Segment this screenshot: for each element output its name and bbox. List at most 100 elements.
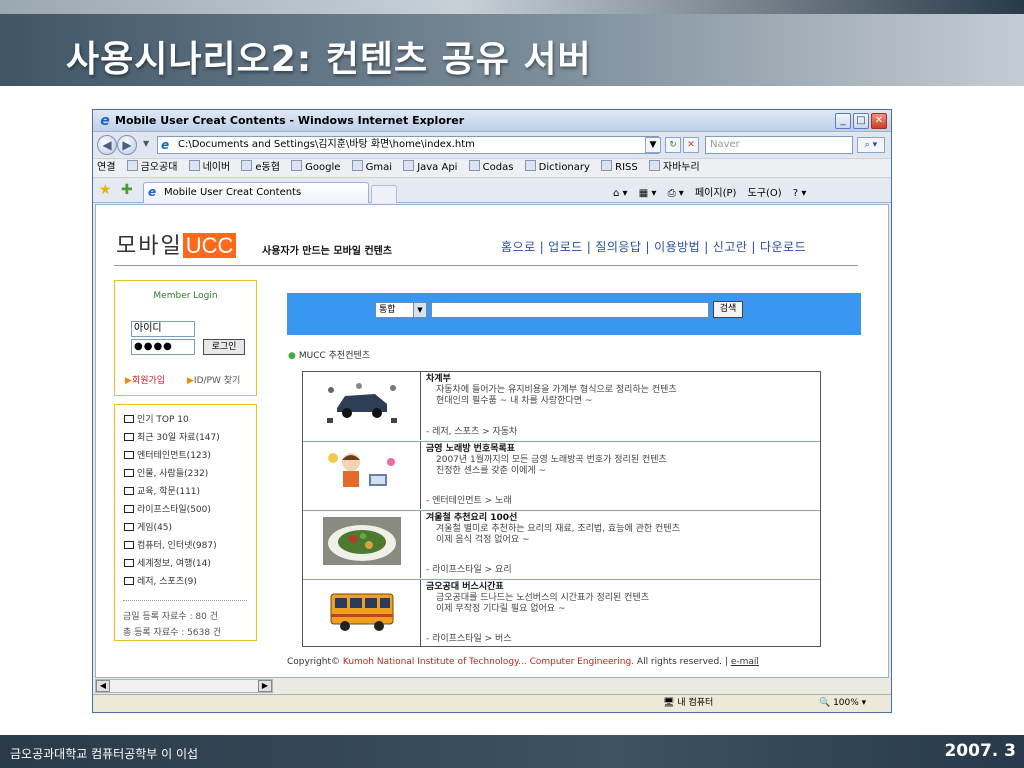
content-desc: 이제 음식 걱정 없어요 ~ — [436, 535, 530, 545]
link-icon — [468, 160, 480, 171]
horizontal-scrollbar[interactable]: ◀ ▶ — [95, 679, 273, 693]
footer-date: 2007. 3 — [944, 741, 1016, 761]
link-google[interactable]: Google — [291, 159, 340, 177]
content-category[interactable]: - 레저, 스포츠 > 자동차 — [426, 424, 517, 437]
scroll-left-icon[interactable]: ◀ — [96, 680, 110, 692]
close-button[interactable]: ✕ — [871, 113, 887, 129]
login-box: Member Login 아이디 ●●●● 로그인 ▶회원가입 ▶ID/PW 찾… — [114, 280, 257, 396]
login-button[interactable]: 로그인 — [203, 339, 245, 355]
nav-qna[interactable]: 질의응답 — [595, 240, 641, 254]
category-item[interactable]: 레저, 스포츠(9) — [124, 574, 197, 587]
tab-label: Mobile User Creat Contents — [164, 187, 302, 198]
link-icon — [241, 160, 253, 171]
email-link[interactable]: e-mail — [731, 657, 759, 667]
nav-upload[interactable]: 업로드 — [548, 240, 583, 254]
category-item[interactable]: 세계정보, 여행(14) — [124, 556, 211, 569]
history-dropdown-icon[interactable]: ▼ — [143, 139, 149, 148]
content-text: 금영 노래방 번호목록표 2007년 1월까지의 모든 금영 노래방곡 번호가 … — [426, 444, 667, 477]
print-icon[interactable]: ⎙ ▾ — [668, 188, 684, 199]
favorites-star-icon[interactable]: ★ — [99, 183, 112, 197]
site-logo[interactable]: 모바일 UCC — [116, 228, 237, 260]
category-item[interactable]: 컴퓨터, 인터넷(987) — [124, 538, 217, 551]
link-riss[interactable]: RISS — [601, 159, 638, 177]
nav-guide[interactable]: 이용방법 — [654, 240, 700, 254]
google-icon — [351, 160, 363, 171]
status-bar: 🖥 내 컴퓨터 🔍 100% ▾ — [93, 694, 891, 712]
content-category[interactable]: - 라이프스타일 > 버스 — [426, 631, 512, 644]
link-codas[interactable]: Codas — [468, 159, 513, 177]
tools-menu[interactable]: 도구(O) — [748, 188, 782, 199]
copyright-institution: Kumoh National Institute of Technology..… — [342, 657, 635, 667]
content-thumbnail[interactable] — [303, 442, 421, 509]
content-thumbnail[interactable] — [303, 511, 421, 578]
category-item[interactable]: 인물, 사람들(232) — [124, 466, 208, 479]
content-category[interactable]: - 라이프스타일 > 요리 — [426, 562, 512, 575]
nav-report[interactable]: 신고란 — [713, 240, 748, 254]
tab-bar: ★ ✚ e Mobile User Creat Contents ⌂ ▾ ▦ ▾… — [93, 179, 891, 203]
karaoke-icon — [323, 448, 401, 496]
content-title[interactable]: 겨울철 추천요리 100선 — [426, 513, 680, 524]
content-row[interactable]: 차계부 자동차에 들어가는 유지비용을 가계부 형식으로 정리하는 컨텐츠 현대… — [303, 372, 820, 440]
content-thumbnail[interactable] — [303, 580, 421, 647]
search-category-select[interactable]: 통합 ▼ — [375, 302, 427, 318]
scroll-right-icon[interactable]: ▶ — [258, 680, 272, 692]
nav-home[interactable]: 홈으로 — [501, 240, 536, 254]
category-item[interactable]: 인기 TOP 10 — [124, 412, 189, 425]
slide-title: 사용시나리오2: 컨텐츠 공유 서버 — [66, 39, 592, 80]
content-row[interactable]: 겨울철 추천요리 100선 겨울철 별미로 추천하는 요리의 재료, 조리법, … — [303, 510, 820, 578]
browser-window: e Mobile User Creat Contents - Windows I… — [92, 109, 892, 713]
back-button[interactable]: ◀ — [97, 135, 117, 155]
new-tab-button[interactable] — [371, 185, 397, 203]
site-tagline: 사용자가 만드는 모바일 컨텐츠 — [262, 246, 393, 257]
maximize-button[interactable]: □ — [853, 113, 869, 129]
home-icon[interactable]: ⌂ ▾ — [613, 188, 628, 199]
chevron-down-icon: ▼ — [413, 303, 426, 317]
id-input[interactable]: 아이디 — [131, 321, 195, 337]
content-title[interactable]: 금오공대 버스시간표 — [426, 582, 649, 593]
content-row[interactable]: 금영 노래방 번호목록표 2007년 1월까지의 모든 금영 노래방곡 번호가 … — [303, 441, 820, 509]
minimize-button[interactable]: _ — [835, 113, 851, 129]
address-dropdown-button[interactable]: ▼ — [645, 137, 661, 153]
zoom-level[interactable]: 🔍 100% ▾ — [819, 695, 866, 711]
category-item[interactable]: 라이프스타일(500) — [124, 502, 211, 515]
password-input[interactable]: ●●●● — [131, 339, 195, 355]
category-item[interactable]: 교육, 학문(111) — [124, 484, 200, 497]
category-item[interactable]: 게임(45) — [124, 520, 172, 533]
total-count: 총 등록 자료수 : 5638 건 — [123, 628, 222, 638]
address-input[interactable]: e C:\Documents and Settings\김지훈\바탕 화면\ho… — [157, 136, 659, 154]
copyright-rights: All rights reserved. — [636, 657, 723, 667]
nav-download[interactable]: 다운로드 — [760, 240, 806, 254]
link-naver[interactable]: 네이버 — [188, 159, 230, 177]
link-edonghyup[interactable]: e동협 — [241, 159, 280, 177]
folder-icon — [124, 469, 134, 477]
feeds-icon[interactable]: ▦ ▾ — [639, 188, 657, 199]
folder-icon — [124, 559, 134, 567]
search-icon[interactable]: ⌕ ▾ — [857, 137, 885, 153]
link-java-api[interactable]: Java Api — [403, 159, 457, 177]
help-icon[interactable]: ? ▾ — [793, 188, 807, 199]
link-kumoh[interactable]: 금오공대 — [126, 159, 177, 177]
stop-button[interactable]: ✕ — [683, 137, 699, 153]
content-title[interactable]: 금영 노래방 번호목록표 — [426, 444, 667, 455]
link-javanuri[interactable]: 자바누리 — [648, 159, 700, 177]
content-thumbnail[interactable] — [303, 372, 421, 440]
category-item[interactable]: 엔터테인먼트(123) — [124, 448, 211, 461]
link-dictionary[interactable]: Dictionary — [524, 159, 590, 177]
tab-mobile-ucc[interactable]: e Mobile User Creat Contents — [143, 182, 369, 203]
category-item[interactable]: 최근 30일 자료(147) — [124, 430, 220, 443]
search-input[interactable]: Naver — [705, 136, 853, 154]
find-id-pw-link[interactable]: ▶ID/PW 찾기 — [187, 373, 240, 386]
ie-logo-icon: e — [100, 113, 110, 129]
content-category[interactable]: - 엔터테인먼트 > 노래 — [426, 493, 512, 506]
browser-titlebar[interactable]: e Mobile User Creat Contents - Windows I… — [93, 110, 891, 132]
join-link[interactable]: ▶회원가입 — [125, 373, 165, 386]
content-title[interactable]: 차계부 — [426, 374, 677, 385]
forward-button[interactable]: ▶ — [117, 135, 137, 155]
link-gmail[interactable]: Gmai — [351, 159, 392, 177]
page-menu[interactable]: 페이지(P) — [695, 188, 736, 199]
add-favorite-icon[interactable]: ✚ — [121, 183, 133, 197]
search-button[interactable]: 검색 — [713, 301, 743, 318]
site-search-input[interactable] — [431, 302, 709, 318]
refresh-button[interactable]: ↻ — [665, 137, 681, 153]
content-row[interactable]: 금오공대 버스시간표 금오공대를 드나드는 노선버스의 시간표가 정리된 컨텐츠… — [303, 579, 820, 647]
